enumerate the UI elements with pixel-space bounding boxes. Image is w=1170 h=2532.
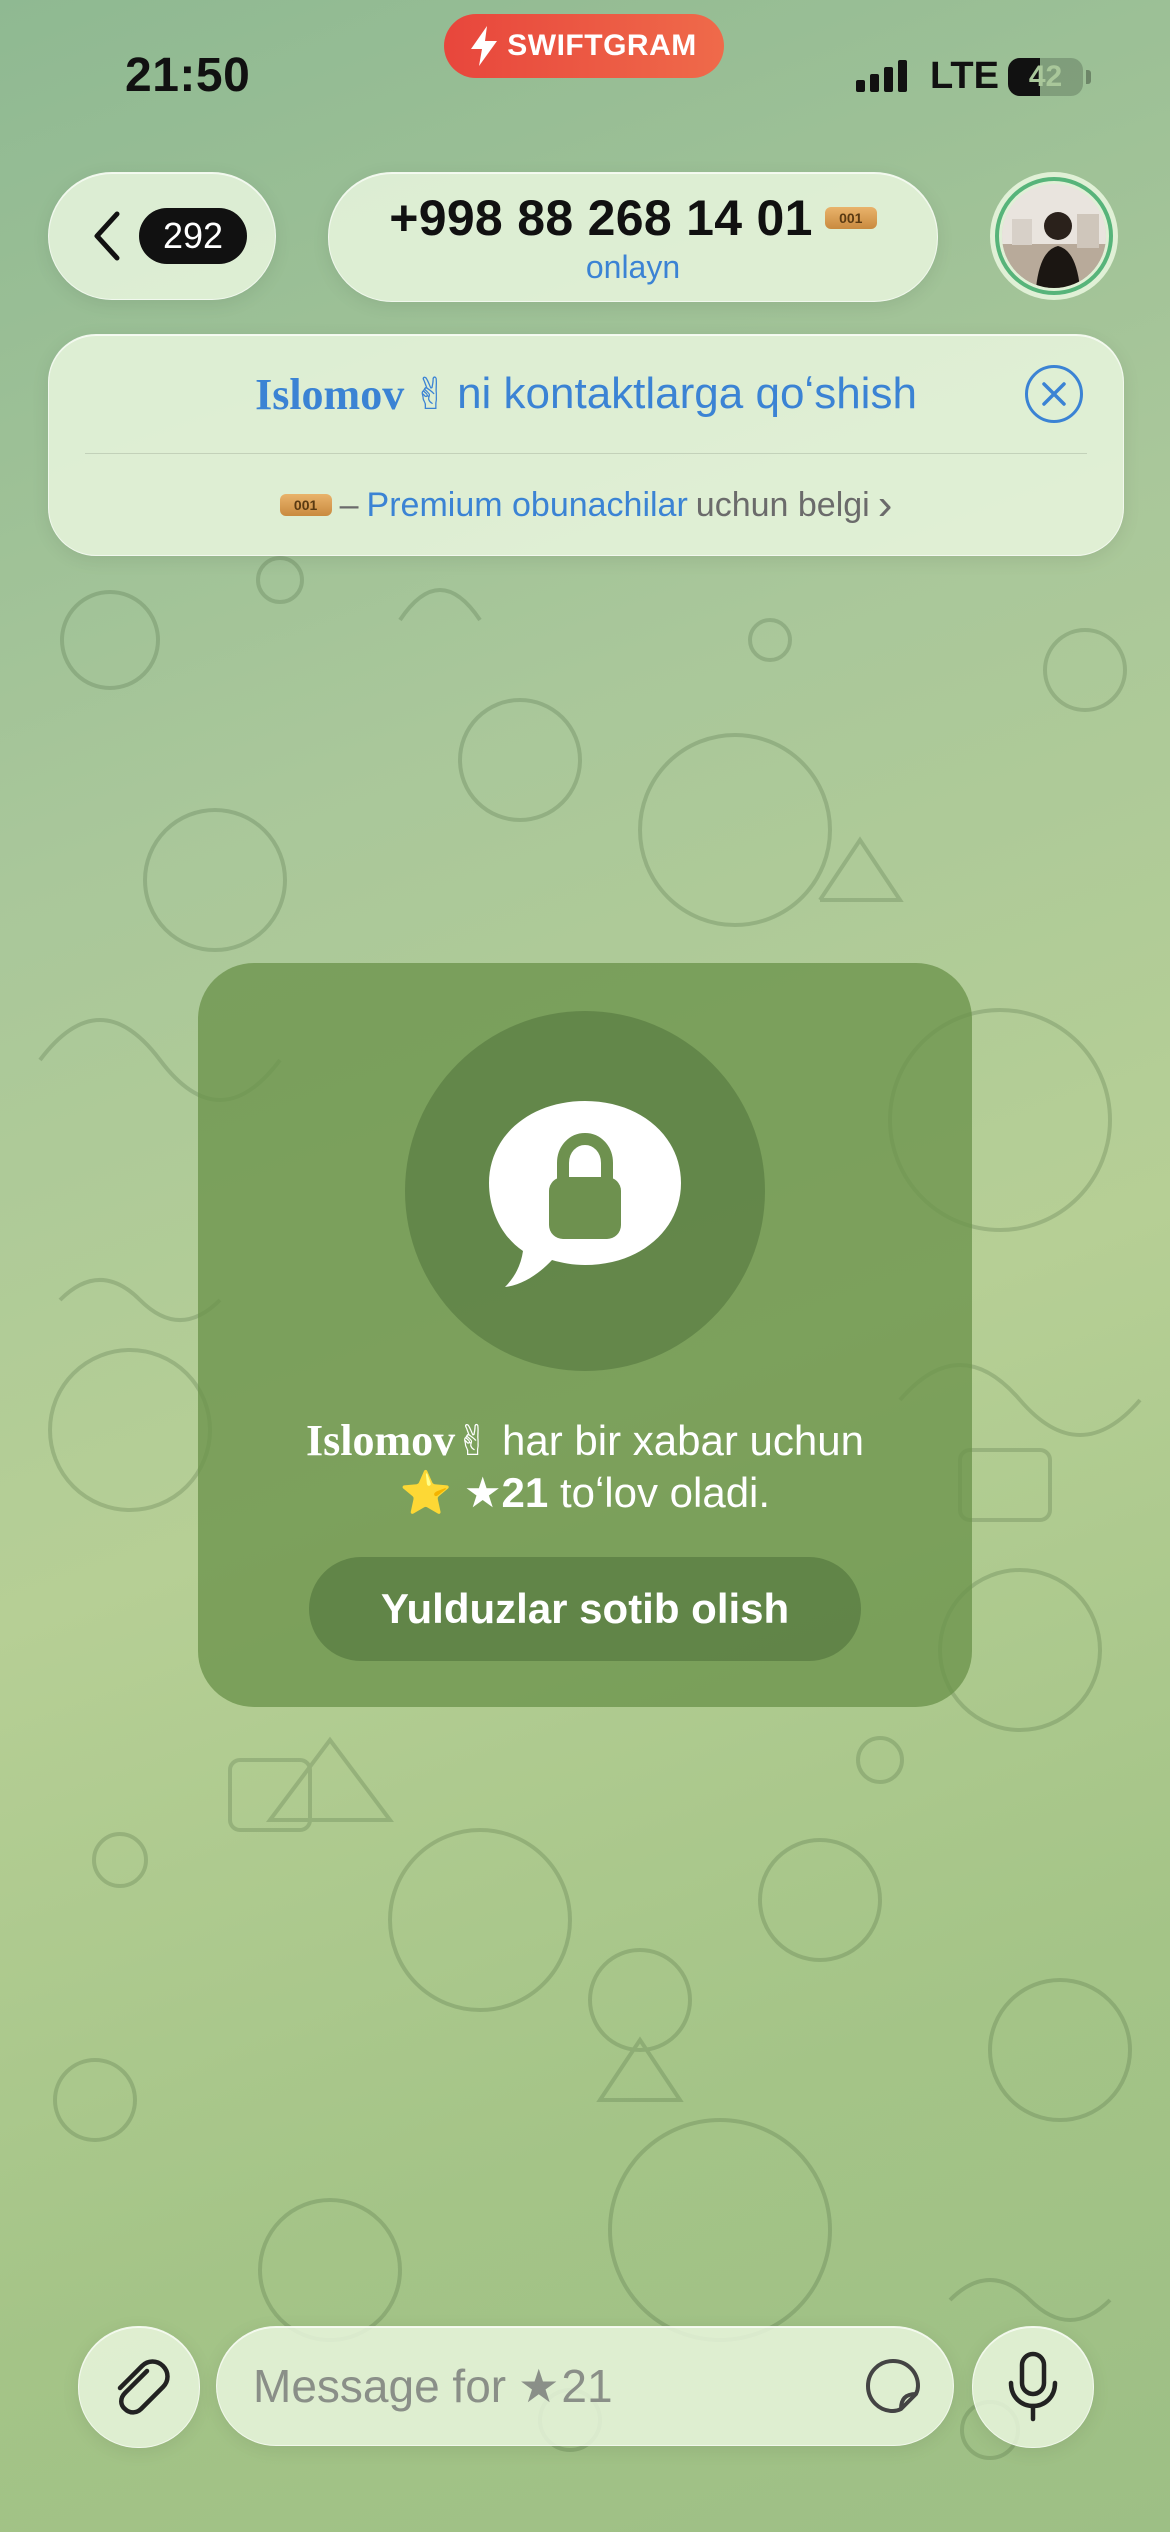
dash: – [339, 485, 359, 524]
battery-icon: 42 [1008, 58, 1083, 96]
paid-messages-card: Islomov✌ har bir xabar uchun ⭐ ★21 toʻlo… [198, 963, 972, 1707]
buy-stars-button[interactable]: Yulduzlar sotib olish [309, 1557, 861, 1661]
placeholder-amount: 21 [561, 2360, 613, 2412]
message-input[interactable]: Message for ★ 21 [216, 2326, 954, 2446]
lightning-icon [471, 26, 498, 66]
battery-level: 42 [1028, 60, 1063, 93]
premium-badge-icon: 001 [824, 206, 877, 229]
swiftgram-pill[interactable]: SWIFTGRAM [444, 14, 724, 78]
chat-title-button[interactable]: +998 88 268 14 01 001 onlayn [328, 172, 938, 302]
battery-tip [1086, 70, 1091, 84]
placeholder-star-icon: ★ [518, 2360, 560, 2412]
premium-suffix: uchun belgi [695, 485, 870, 524]
signal-icon [856, 60, 907, 92]
paperclip-icon [117, 2359, 170, 2415]
card-line1: har bir xabar uchun [502, 1417, 864, 1464]
star-amount: 21 [501, 1469, 549, 1516]
card-contact-name: Islomov [306, 1416, 456, 1465]
lock-circle [405, 1011, 765, 1371]
chevron-right-icon: › [877, 480, 893, 529]
card-name-emoji: ✌ [455, 1416, 491, 1465]
card-line2: toʻlov oladi. [559, 1469, 771, 1516]
add-contact-banner: Islomov ✌ ni kontaktlarga qoʻshish 001 –… [48, 334, 1124, 556]
sticker-icon[interactable] [863, 2356, 923, 2416]
star-icon: ★ [463, 1469, 502, 1516]
avatar [1002, 184, 1106, 288]
avatar-button[interactable] [990, 172, 1118, 300]
placeholder-prefix: Message for [253, 2360, 507, 2412]
voice-message-button[interactable] [972, 2326, 1094, 2448]
network-label: LTE [930, 55, 999, 97]
star-emoji-icon: ⭐ [399, 1468, 453, 1517]
premium-link: Premium obunachilar [366, 485, 688, 524]
message-placeholder: Message for ★ 21 [253, 2359, 863, 2413]
status-time: 21:50 [125, 49, 251, 102]
close-icon [1042, 382, 1066, 406]
chat-status: onlayn [585, 248, 681, 285]
banner-divider [85, 453, 1087, 454]
back-button[interactable]: 292 [48, 172, 276, 300]
lock-chat-icon [489, 1101, 681, 1287]
premium-badge-icon: 001 [279, 494, 332, 516]
chevron-left-icon [94, 211, 120, 261]
contact-name: Islomov [255, 369, 405, 419]
premium-info-link[interactable]: 001 – Premium obunachilar uchun belgi › [49, 455, 1123, 555]
avatar-photo [1002, 184, 1106, 288]
microphone-icon [1008, 2351, 1058, 2422]
add-contact-button[interactable]: Islomov ✌ ni kontaktlarga qoʻshish [49, 335, 1123, 453]
story-ring [995, 177, 1113, 295]
chat-title: +998 88 268 14 01 [389, 189, 813, 246]
contact-name-emoji: ✌ [412, 368, 450, 420]
swiftgram-label: SWIFTGRAM [507, 29, 697, 62]
unread-count-badge: 292 [139, 208, 247, 264]
close-banner-button[interactable] [1025, 365, 1083, 423]
add-contact-label: ni kontaktlarga qoʻshish [457, 369, 917, 418]
paid-messages-description: Islomov✌ har bir xabar uchun ⭐ ★21 toʻlo… [198, 1415, 972, 1519]
attach-button[interactable] [78, 2326, 200, 2448]
